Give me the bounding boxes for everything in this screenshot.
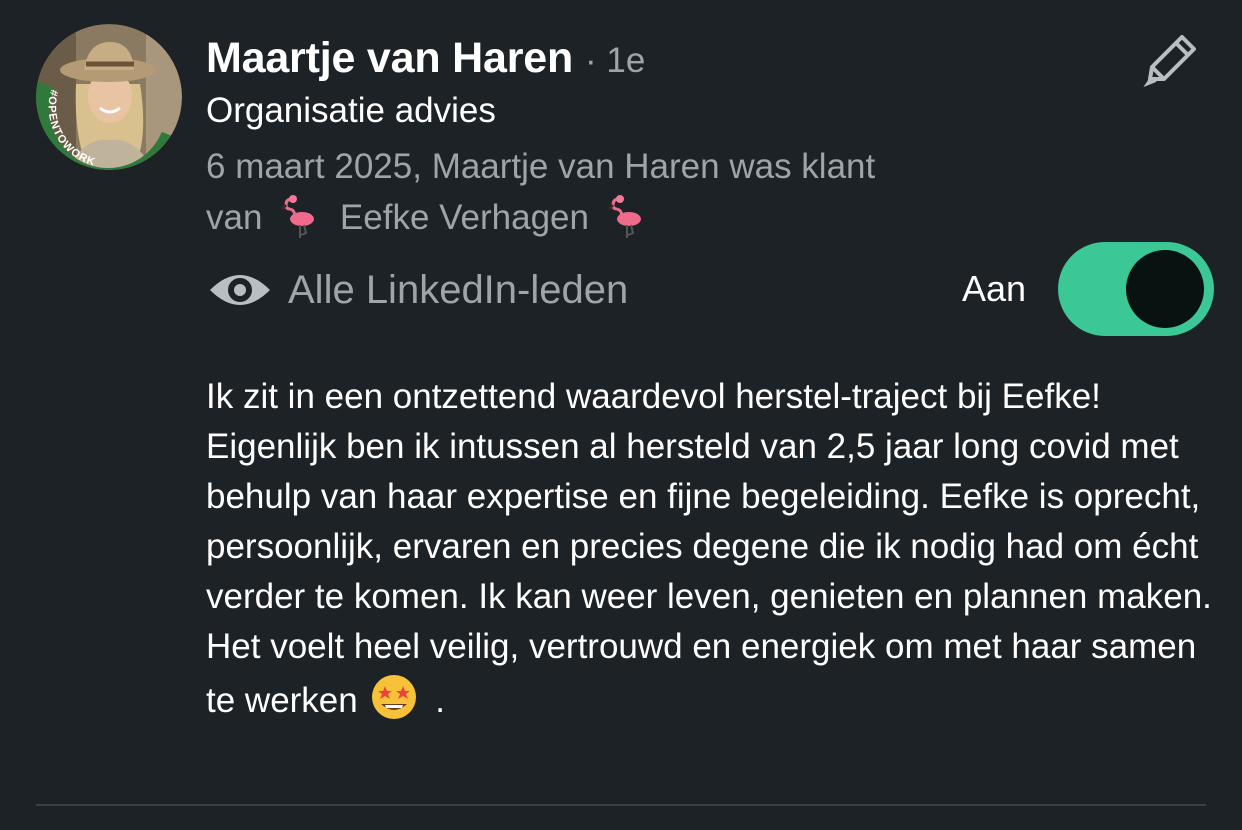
review-text: Ik zit in een ontzettend waardevol herst… — [206, 372, 1216, 726]
toggle-knob — [1126, 250, 1204, 328]
star-struck-emoji-icon — [372, 675, 417, 719]
toggle-state-label: Aan — [962, 268, 1027, 309]
connection-degree: · 1e — [585, 41, 646, 80]
eye-icon — [210, 275, 270, 305]
divider — [36, 804, 1206, 806]
review-body-end: . — [435, 681, 445, 720]
flamingo-icon — [607, 195, 641, 238]
edit-button[interactable] — [1132, 28, 1208, 94]
review-meta: 6 maart 2025, Maartje van Haren was klan… — [206, 141, 1086, 243]
avatar-photo: #OPENTOWORK — [36, 24, 182, 170]
flamingo-icon — [281, 195, 315, 238]
review-body: Ik zit in een ontzettend waardevol herst… — [206, 377, 1212, 720]
pencil-icon — [1143, 35, 1196, 88]
visibility-setting[interactable]: Alle LinkedIn-leden — [206, 264, 628, 316]
show-review-toggle[interactable] — [1058, 242, 1214, 336]
visibility-label: Alle LinkedIn-leden — [288, 267, 629, 312]
profile-avatar[interactable]: #OPENTOWORK — [36, 24, 182, 170]
meta-van: van — [206, 198, 263, 237]
author-headline: Organisatie advies — [206, 91, 496, 130]
author-line: Maartje van Haren · 1e — [206, 34, 645, 83]
meta-date-relation: 6 maart 2025, Maartje van Haren was klan… — [206, 147, 876, 186]
author-name[interactable]: Maartje van Haren — [206, 34, 573, 83]
company-name[interactable]: Eefke Verhagen — [340, 198, 589, 237]
